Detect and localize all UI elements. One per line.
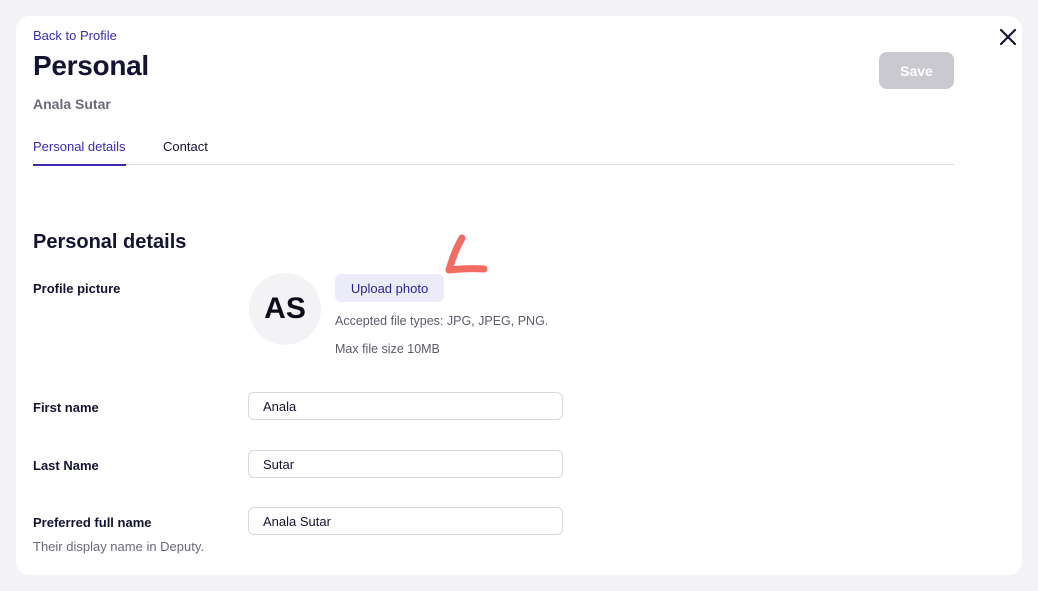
- tab-personal-details[interactable]: Personal details: [33, 139, 126, 166]
- profile-picture-label: Profile picture: [33, 281, 121, 296]
- tab-contact[interactable]: Contact: [163, 139, 208, 164]
- save-button[interactable]: Save: [879, 52, 954, 89]
- accepted-file-types: Accepted file types: JPG, JPEG, PNG.: [335, 314, 549, 328]
- preferred-name-helper: Their display name in Deputy.: [33, 539, 205, 554]
- tab-bar: Personal details Contact: [33, 132, 954, 166]
- close-icon[interactable]: [996, 25, 1020, 49]
- personal-panel: [16, 16, 1022, 575]
- employee-name: Anala Sutar: [33, 96, 111, 112]
- app-frame: [0, 0, 1038, 591]
- avatar: AS: [249, 273, 321, 345]
- page-title: Personal: [33, 50, 149, 81]
- preferred-name-input[interactable]: [248, 507, 563, 535]
- preferred-name-label: Preferred full name: [33, 515, 152, 530]
- first-name-label: First name: [33, 400, 99, 415]
- last-name-label: Last Name: [33, 458, 99, 473]
- annotation-mark: [445, 234, 488, 274]
- back-to-profile-link[interactable]: Back to Profile: [33, 28, 117, 43]
- last-name-input[interactable]: [248, 450, 563, 478]
- max-file-size: Max file size 10MB: [335, 342, 440, 356]
- first-name-input[interactable]: [248, 392, 563, 420]
- section-title: Personal details: [33, 231, 187, 253]
- upload-photo-button[interactable]: Upload photo: [335, 274, 444, 302]
